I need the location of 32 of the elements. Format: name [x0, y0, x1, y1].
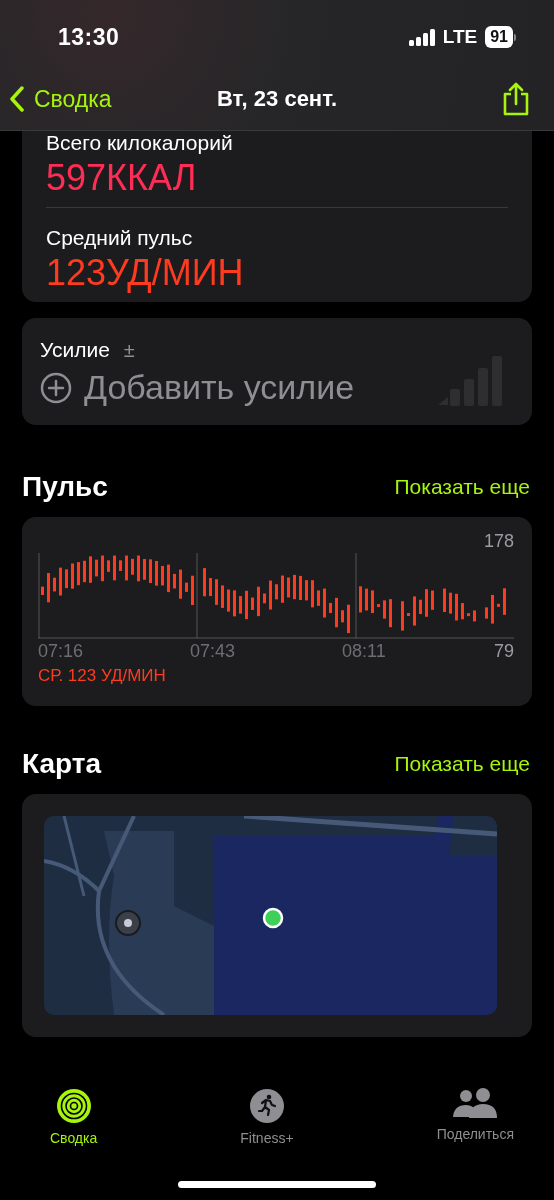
metric-label: Всего килокалорий [46, 131, 234, 155]
section-title: Пульс [22, 471, 108, 503]
status-time: 13:30 [58, 23, 121, 51]
rings-icon [55, 1088, 92, 1124]
tab[interactable]: Сводка [50, 1088, 98, 1146]
chevron-left-icon [10, 86, 24, 112]
tab[interactable]: Поделиться [436, 1088, 514, 1146]
battery-level: 91 [485, 26, 513, 48]
people-icon [452, 1088, 499, 1120]
axis-min-label: 79 [493, 641, 514, 662]
axis-max-label: 178 [483, 531, 514, 551]
section-title: Карта [22, 748, 102, 780]
time-label: 07:43 [190, 641, 237, 662]
share-icon[interactable] [502, 82, 530, 116]
network-type: LTE [442, 26, 478, 48]
nav-title: Вт, 23 сент. [216, 86, 338, 111]
back-button[interactable]: Сводка [10, 85, 112, 113]
signal-icon [408, 28, 435, 46]
show-more-link[interactable]: Показать еще [394, 475, 530, 499]
metric-value: 123УД/МИН [46, 252, 245, 294]
plus-circle-icon [40, 371, 72, 404]
runner-icon [248, 1088, 285, 1124]
time-label: 07:16 [38, 641, 85, 662]
plus-minus-icon: ± [123, 338, 135, 362]
metric-value: 597ККАЛ [46, 157, 198, 199]
add-effort-button[interactable]: Добавить усилие [40, 368, 355, 407]
average-heart-rate: СР. 123 УД/МИН [38, 666, 166, 685]
tab[interactable]: Fitness+ [240, 1088, 294, 1146]
time-label: 08:11 [341, 641, 387, 662]
metric-label: Средний пульс [46, 226, 194, 250]
show-more-link[interactable]: Показать еще [394, 752, 530, 776]
effort-label: Усилие [40, 338, 110, 362]
